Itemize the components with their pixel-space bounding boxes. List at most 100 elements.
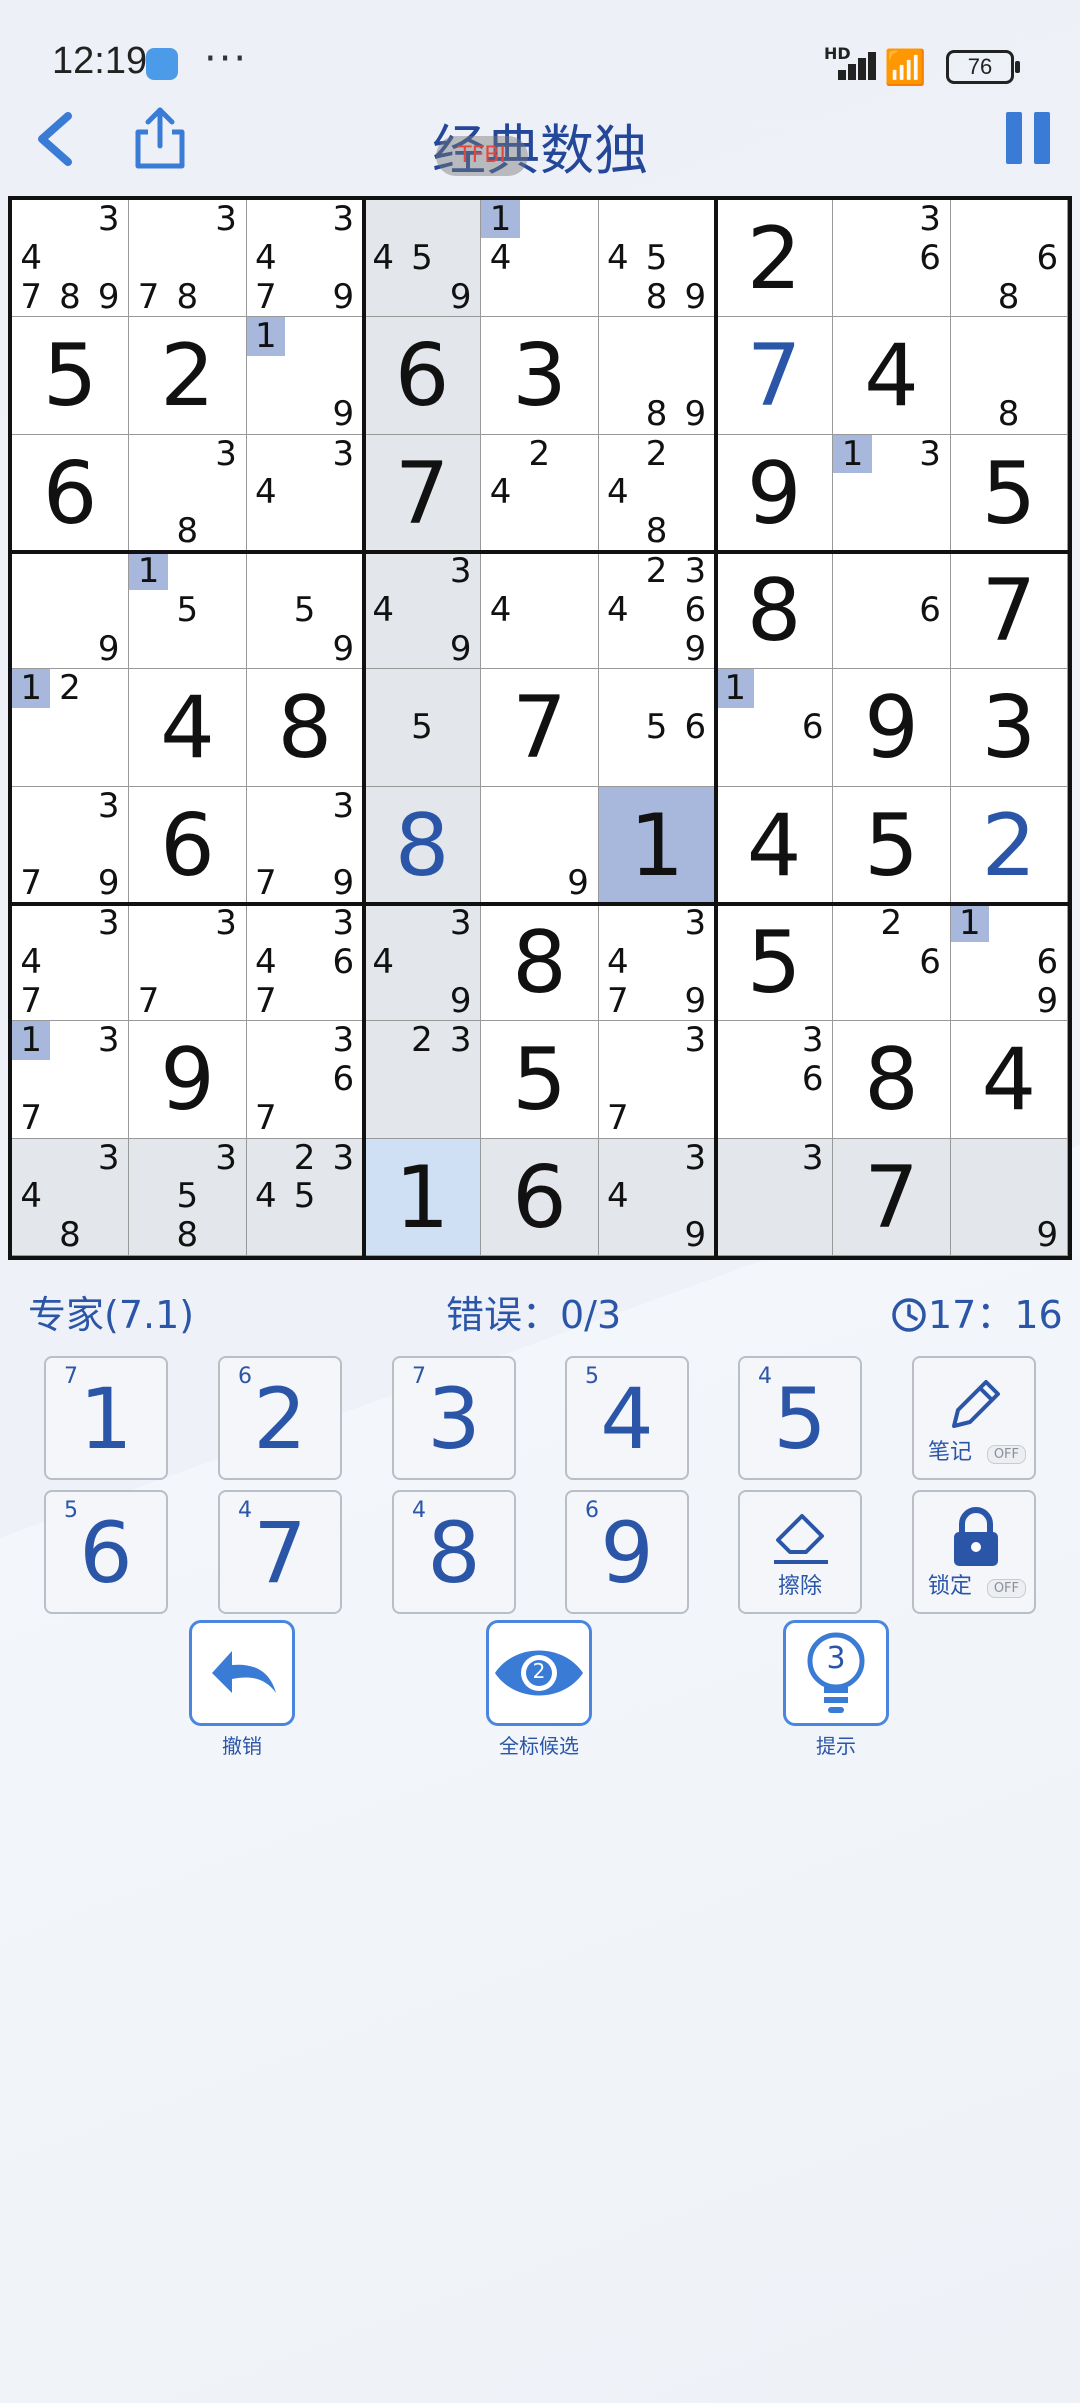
cell-r6c3[interactable]: 3 7 9 [246,786,364,904]
cell-r2c8[interactable]: 4 [833,317,951,435]
cell-r6c1[interactable]: 3 7 9 [12,786,130,904]
cell-r3c6[interactable]: 248 [598,434,716,552]
cell-value: 6 [394,326,450,427]
cell-r7c3[interactable]: 3 4 6 7 [246,904,364,1022]
cell-r3c5[interactable]: 24 [481,434,599,552]
cell-value: 7 [864,1147,919,1248]
cell-r1c5[interactable]: 14 [481,200,599,318]
cell-r1c2[interactable]: 3 78 [129,200,247,318]
cell-r4c3[interactable]: 59 [246,552,364,670]
cell-r9c7[interactable]: 3 [716,1138,834,1256]
erase-button[interactable]: 擦除 [738,1490,862,1614]
cell-r5c3[interactable]: 8 [246,669,364,787]
cell-r1c4[interactable]: 459 [364,200,482,318]
cell-r4c1[interactable]: 9 [12,552,130,670]
cell-r8c3[interactable]: 36 7 [246,1021,364,1139]
cell-r9c5[interactable]: 6 [481,1138,599,1256]
cell-r4c7[interactable]: 8 [716,552,834,670]
cell-r7c6[interactable]: 3 47 9 [598,904,716,1022]
cell-r5c1[interactable]: 12 [12,669,130,787]
cell-r6c7[interactable]: 4 [716,786,834,904]
cell-r6c5[interactable]: 9 [481,786,599,904]
digit-button-9[interactable]: 69 [565,1490,689,1614]
undo-button[interactable] [189,1620,295,1726]
cell-r7c7[interactable]: 5 [716,904,834,1022]
cell-r3c2[interactable]: 38 [129,434,247,552]
cell-r8c2[interactable]: 9 [129,1021,247,1139]
cell-r4c2[interactable]: 15 [129,552,247,670]
cell-r9c3[interactable]: 23 45 [246,1138,364,1256]
cell-r7c1[interactable]: 3 47 [12,904,130,1022]
cell-r7c5[interactable]: 8 [481,904,599,1022]
cell-r3c7[interactable]: 9 [716,434,834,552]
cell-r8c9[interactable]: 4 [950,1021,1068,1139]
cell-r6c8[interactable]: 5 [833,786,951,904]
cell-r8c8[interactable]: 8 [833,1021,951,1139]
cell-r6c6[interactable]: 1 [598,786,716,904]
cell-r5c4[interactable]: 5 [364,669,482,787]
cell-r3c4[interactable]: 7 [364,434,482,552]
cell-r2c1[interactable]: 5 [12,317,130,435]
cell-r7c8[interactable]: 26 [833,904,951,1022]
digit-button-6[interactable]: 56 [44,1490,168,1614]
cell-r6c2[interactable]: 6 [129,786,247,904]
cell-r9c2[interactable]: 358 [129,1138,247,1256]
digit-button-4[interactable]: 54 [565,1356,689,1480]
cell-r4c8[interactable]: 6 [833,552,951,670]
cell-r5c8[interactable]: 9 [833,669,951,787]
cell-r9c4[interactable]: 1 [364,1138,482,1256]
cell-r4c9[interactable]: 7 [950,552,1068,670]
cell-r7c2[interactable]: 37 [129,904,247,1022]
cell-r1c6[interactable]: 4589 [598,200,716,318]
cell-r8c5[interactable]: 5 [481,1021,599,1139]
hint-button[interactable]: 3 [783,1620,889,1726]
lock-toggle-button[interactable]: 锁定 OFF [912,1490,1036,1614]
digit-button-3[interactable]: 73 [392,1356,516,1480]
cell-r8c1[interactable]: 1 3 7 [12,1021,130,1139]
cell-r2c2[interactable]: 2 [129,317,247,435]
cell-r3c3[interactable]: 34 [246,434,364,552]
cell-r1c7[interactable]: 2 [716,200,834,318]
cell-r8c4[interactable]: 23 [364,1021,482,1139]
cell-r1c3[interactable]: 3 47 9 [246,200,364,318]
cell-r8c6[interactable]: 37 [598,1021,716,1139]
cell-r2c3[interactable]: 19 [246,317,364,435]
cell-r1c9[interactable]: 68 [950,200,1068,318]
cell-r7c9[interactable]: 1 69 [950,904,1068,1022]
pause-button[interactable] [1006,112,1050,164]
cell-r1c8[interactable]: 36 [833,200,951,318]
cell-r9c6[interactable]: 3 4 9 [598,1138,716,1256]
cell-r1c1[interactable]: 3 4789 [12,200,130,318]
cell-r2c4[interactable]: 6 [364,317,482,435]
cell-r3c8[interactable]: 13 [833,434,951,552]
cell-r2c5[interactable]: 3 [481,317,599,435]
cell-r8c7[interactable]: 36 [716,1021,834,1139]
cell-r4c6[interactable]: 23 4 69 [598,552,716,670]
cell-r9c8[interactable]: 7 [833,1138,951,1256]
cell-r3c9[interactable]: 5 [950,434,1068,552]
cell-r5c2[interactable]: 4 [129,669,247,787]
cell-r6c4[interactable]: 8 [364,786,482,904]
digit-button-8[interactable]: 48 [392,1490,516,1614]
digit-button-2[interactable]: 62 [218,1356,342,1480]
digit-button-7[interactable]: 47 [218,1490,342,1614]
cell-r2c6[interactable]: 89 [598,317,716,435]
cell-r6c9[interactable]: 2 [950,786,1068,904]
cell-r5c5[interactable]: 7 [481,669,599,787]
cell-r5c9[interactable]: 3 [950,669,1068,787]
cell-r7c4[interactable]: 3 4 9 [364,904,482,1022]
cell-r9c1[interactable]: 3 48 [12,1138,130,1256]
cell-r3c1[interactable]: 6 [12,434,130,552]
cell-r4c4[interactable]: 3 4 9 [364,552,482,670]
candidate-note: 3 [215,434,237,474]
cell-r5c6[interactable]: 56 [598,669,716,787]
cell-r9c9[interactable]: 9 [950,1138,1068,1256]
digit-button-5[interactable]: 45 [738,1356,862,1480]
digit-button-1[interactable]: 71 [44,1356,168,1480]
cell-r2c9[interactable]: 8 [950,317,1068,435]
notes-toggle-button[interactable]: 笔记 OFF [912,1356,1036,1480]
cell-r5c7[interactable]: 16 [716,669,834,787]
all-candidates-button[interactable]: 2 [486,1620,592,1726]
cell-r2c7[interactable]: 7 [716,317,834,435]
cell-r4c5[interactable]: 4 [481,552,599,670]
